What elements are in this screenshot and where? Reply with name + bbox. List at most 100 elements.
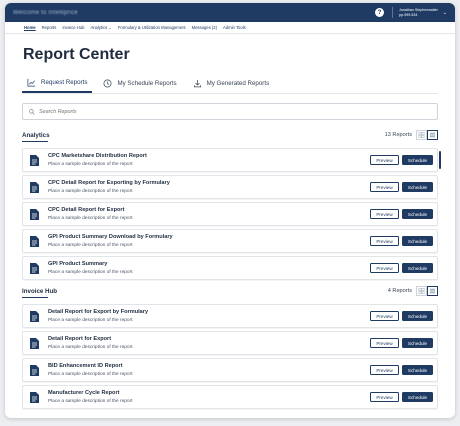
report-card: Detail Report for Export Place a sample d… bbox=[22, 331, 438, 355]
report-title: CPC Marketshare Distribution Report bbox=[48, 153, 147, 159]
document-icon bbox=[30, 364, 39, 376]
report-title: Manufacturer Cycle Report bbox=[48, 390, 120, 396]
report-description: Place a sample description of the report bbox=[48, 243, 133, 248]
report-title: GPI Product Summary bbox=[48, 261, 108, 267]
search-box[interactable] bbox=[22, 103, 438, 120]
scrollbar-thumb[interactable] bbox=[439, 151, 441, 169]
report-description: Place a sample description of the report bbox=[48, 372, 133, 377]
report-title: GPI Product Summary Download by Formular… bbox=[48, 234, 173, 240]
report-title: Detail Report for Export bbox=[48, 336, 112, 342]
section-header-invoice-hub: Invoice Hub 4 Reports bbox=[22, 284, 438, 298]
report-card: Detail Report for Export by Formulary Pla… bbox=[22, 304, 438, 328]
document-icon bbox=[30, 181, 39, 193]
nav-invoice-hub[interactable]: Invoice Hub bbox=[62, 25, 84, 30]
report-card: GPI Product Summary Download by Formular… bbox=[22, 229, 438, 253]
section-title: Invoice Hub bbox=[22, 287, 58, 298]
page-title: Report Center bbox=[23, 46, 130, 63]
grid-view-icon[interactable] bbox=[416, 286, 427, 296]
report-tabs: Request Reports My Schedule Reports My G… bbox=[22, 76, 438, 94]
document-icon bbox=[30, 154, 39, 166]
list-view-icon[interactable] bbox=[427, 286, 438, 296]
report-description: Place a sample description of the report bbox=[48, 216, 133, 221]
report-card: CPC Detail Report for Exporting by Formu… bbox=[22, 175, 438, 199]
preview-button[interactable]: Preview bbox=[370, 182, 399, 192]
preview-button[interactable]: Preview bbox=[370, 209, 399, 219]
report-title: CPC Detail Report for Export bbox=[48, 207, 125, 213]
report-count: 4 Reports bbox=[387, 288, 412, 294]
app-logo: Welcome to Intelliprice bbox=[13, 9, 78, 16]
report-description: Place a sample description of the report bbox=[48, 162, 133, 167]
grid-view-icon[interactable] bbox=[416, 130, 427, 140]
report-card: GPI Product Summary Place a sample descri… bbox=[22, 256, 438, 280]
nav-formulary[interactable]: Formulary & Utilization Management bbox=[118, 25, 186, 30]
nav-messages[interactable]: Messages (2) bbox=[192, 25, 217, 30]
schedule-button[interactable]: Schedule bbox=[402, 338, 433, 348]
section-title: Analytics bbox=[22, 131, 50, 142]
list-view-icon[interactable] bbox=[427, 130, 438, 140]
trend-chart-icon bbox=[27, 78, 36, 87]
schedule-button[interactable]: Schedule bbox=[402, 311, 433, 321]
document-icon bbox=[30, 337, 39, 349]
preview-button[interactable]: Preview bbox=[370, 338, 399, 348]
report-title: BID Enhancement ID Report bbox=[48, 363, 123, 369]
report-card: BID Enhancement ID Report Place a sample … bbox=[22, 358, 438, 382]
report-card: CPC Marketshare Distribution Report Place… bbox=[22, 148, 438, 172]
section-controls: 4 Reports bbox=[388, 286, 438, 296]
preview-button[interactable]: Preview bbox=[370, 155, 399, 165]
nav-home[interactable]: Home bbox=[24, 25, 36, 30]
document-icon bbox=[30, 262, 39, 274]
schedule-button[interactable]: Schedule bbox=[402, 392, 433, 402]
tab-my-generated-reports[interactable]: My Generated Reports bbox=[188, 79, 275, 93]
report-card: CPC Detail Report for Export Place a samp… bbox=[22, 202, 438, 226]
user-menu[interactable]: Jonathan Stephenwalter pp-999-534 bbox=[399, 8, 438, 18]
view-toggle bbox=[416, 130, 438, 140]
document-icon bbox=[30, 208, 39, 220]
report-card: Manufacturer Cycle Report Place a sample … bbox=[22, 385, 438, 409]
document-icon bbox=[30, 310, 39, 322]
app-window: Welcome to Intelliprice ? Jonathan Steph… bbox=[5, 3, 455, 418]
clock-icon bbox=[103, 79, 112, 88]
document-icon bbox=[30, 391, 39, 403]
preview-button[interactable]: Preview bbox=[370, 311, 399, 321]
schedule-button[interactable]: Schedule bbox=[402, 155, 433, 165]
section-controls: 13 Reports bbox=[385, 130, 438, 140]
schedule-button[interactable]: Schedule bbox=[402, 365, 433, 375]
tab-label: Request Reports bbox=[41, 79, 88, 86]
search-icon bbox=[29, 108, 35, 115]
chevron-down-icon[interactable]: ⌄ bbox=[443, 10, 447, 16]
help-icon[interactable]: ? bbox=[375, 8, 385, 17]
report-description: Place a sample description of the report bbox=[48, 270, 133, 275]
preview-button[interactable]: Preview bbox=[370, 263, 399, 273]
schedule-button[interactable]: Schedule bbox=[402, 182, 433, 192]
tab-label: My Schedule Reports bbox=[117, 80, 177, 87]
download-icon bbox=[193, 79, 201, 88]
view-toggle bbox=[416, 286, 438, 296]
nav-analytics[interactable]: Analytics ⌄ bbox=[90, 25, 111, 30]
user-id: pp-999-534 bbox=[399, 12, 418, 17]
report-description: Place a sample description of the report bbox=[48, 318, 133, 323]
main-nav: Home Reports Invoice Hub Analytics ⌄ For… bbox=[5, 22, 455, 34]
tab-label: My Generated Reports bbox=[206, 80, 270, 87]
report-description: Place a sample description of the report bbox=[48, 399, 133, 404]
report-description: Place a sample description of the report bbox=[48, 189, 133, 194]
nav-reports[interactable]: Reports bbox=[42, 25, 57, 30]
document-icon bbox=[30, 235, 39, 247]
preview-button[interactable]: Preview bbox=[370, 236, 399, 246]
report-title: Detail Report for Export by Formulary bbox=[48, 309, 149, 315]
top-bar: Welcome to Intelliprice ? Jonathan Steph… bbox=[5, 3, 455, 22]
divider bbox=[392, 7, 394, 18]
report-list: CPC Marketshare Distribution Report Place… bbox=[22, 148, 438, 280]
tab-my-schedule-reports[interactable]: My Schedule Reports bbox=[98, 79, 181, 93]
preview-button[interactable]: Preview bbox=[370, 392, 399, 402]
search-input[interactable] bbox=[39, 108, 239, 115]
nav-admin-tools[interactable]: Admin Tools bbox=[223, 25, 246, 30]
schedule-button[interactable]: Schedule bbox=[402, 209, 433, 219]
report-count: 13 Reports bbox=[384, 132, 412, 138]
report-description: Place a sample description of the report bbox=[48, 345, 133, 350]
schedule-button[interactable]: Schedule bbox=[402, 263, 433, 273]
main-content: Report Center Request Reports My Schedul… bbox=[5, 46, 455, 409]
tab-request-reports[interactable]: Request Reports bbox=[22, 78, 93, 93]
section-header-analytics: Analytics 13 Reports bbox=[22, 128, 438, 142]
preview-button[interactable]: Preview bbox=[370, 365, 399, 375]
schedule-button[interactable]: Schedule bbox=[402, 236, 433, 246]
